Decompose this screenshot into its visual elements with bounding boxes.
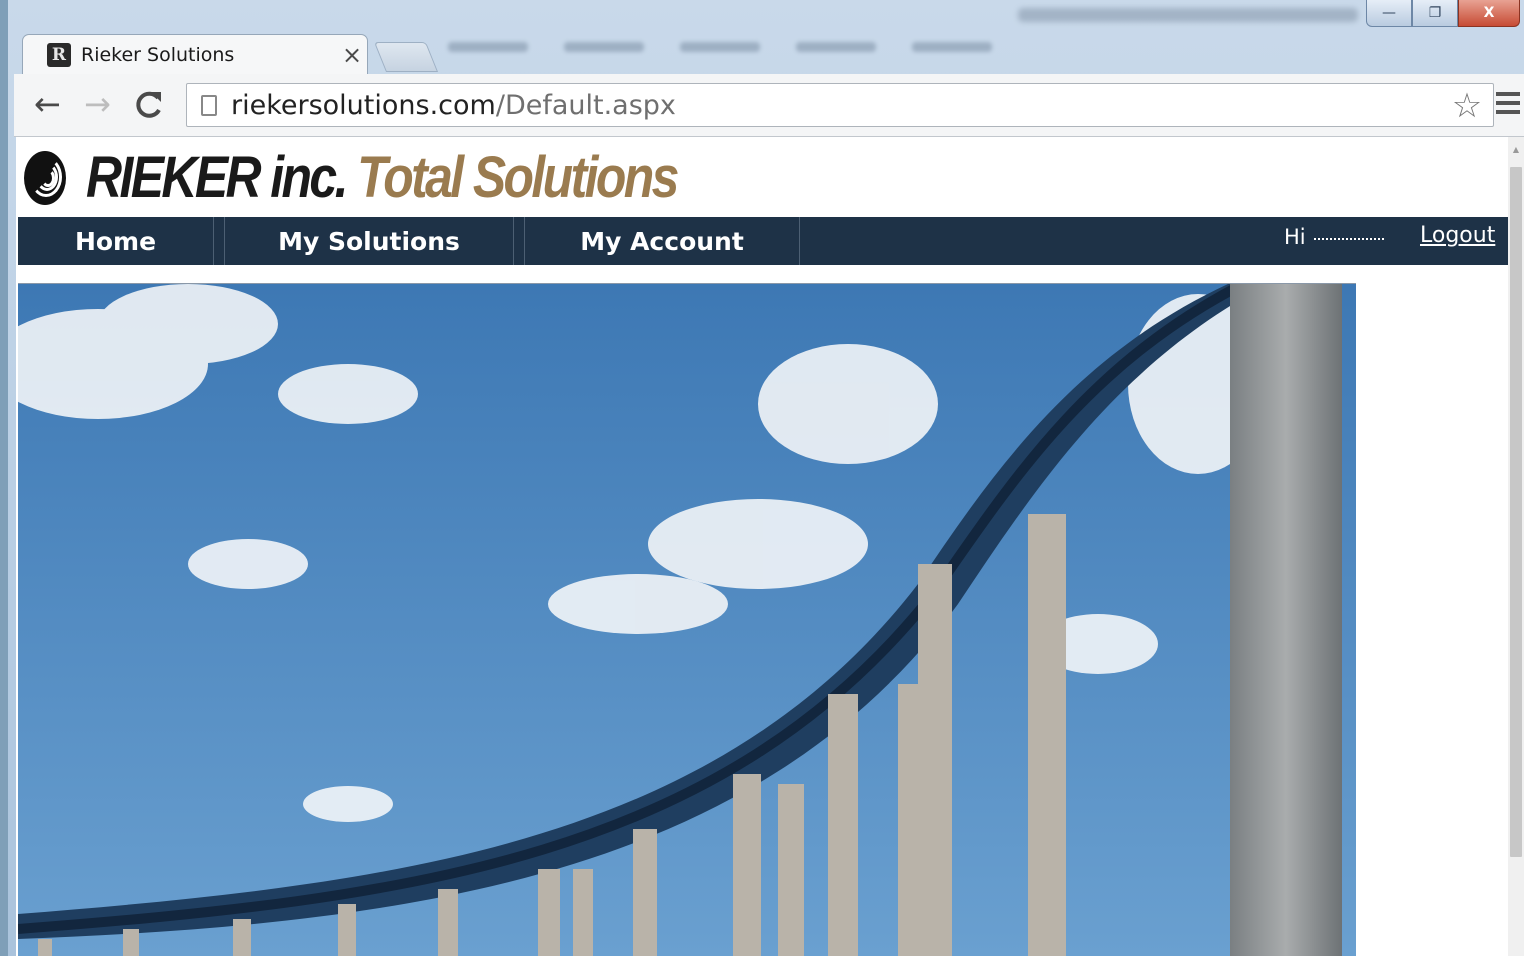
url-path: /Default.aspx — [495, 89, 676, 121]
page-icon — [201, 94, 217, 116]
hero-bridge-image — [18, 283, 1356, 956]
page-scrollbar[interactable]: ▲ — [1508, 137, 1524, 956]
address-bar[interactable]: riekersolutions.com/Default.aspx ☆ — [186, 83, 1494, 127]
site-nav-bar: Home My Solutions My Account Hi Logout — [18, 217, 1508, 265]
forward-arrow-icon[interactable]: → — [84, 88, 111, 120]
nav-my-solutions[interactable]: My Solutions — [224, 217, 514, 265]
favicon-icon: R — [47, 42, 71, 67]
back-arrow-icon[interactable]: ← — [34, 88, 61, 120]
window-controls: — ❐ X — [1366, 0, 1520, 27]
url-text[interactable]: riekersolutions.com/Default.aspx — [231, 90, 676, 121]
nav-home[interactable]: Home — [18, 217, 214, 265]
logout-link[interactable]: Logout — [1420, 223, 1495, 248]
user-greeting: Hi — [1284, 225, 1384, 249]
reload-icon[interactable] — [134, 88, 164, 125]
site-header: RIEKER inc. Total Solutions — [24, 143, 773, 213]
scroll-up-icon[interactable]: ▲ — [1508, 145, 1524, 154]
window-title-blurred — [1018, 8, 1358, 22]
minimize-button[interactable]: — — [1366, 0, 1412, 27]
tab-title: Rieker Solutions — [81, 43, 235, 66]
brand-name: RIEKER inc. — [86, 145, 348, 210]
maximize-button[interactable]: ❐ — [1412, 0, 1458, 27]
close-window-button[interactable]: X — [1458, 0, 1520, 27]
brand-tagline: Total Solutions — [357, 145, 679, 210]
nav-my-account[interactable]: My Account — [524, 217, 800, 265]
tab-close-icon[interactable]: × — [337, 41, 367, 69]
browser-toolbar: ← → riekersolutions.com/Default.aspx ☆ — [14, 74, 1524, 137]
page-viewport: RIEKER inc. Total Solutions Home My Solu… — [16, 137, 1508, 956]
blurred-background-tabs — [448, 42, 1088, 62]
redacted-username — [1313, 236, 1384, 240]
site-brand[interactable]: RIEKER inc. Total Solutions — [86, 143, 679, 213]
bookmark-star-icon[interactable]: ☆ — [1447, 84, 1487, 128]
rieker-logo-icon — [24, 151, 66, 205]
chrome-menu-icon[interactable] — [1496, 92, 1520, 116]
browser-tab-active[interactable]: R Rieker Solutions × — [22, 34, 368, 74]
scroll-thumb[interactable] — [1510, 167, 1522, 857]
url-domain: riekersolutions.com — [231, 89, 496, 121]
greeting-text: Hi — [1284, 225, 1306, 249]
